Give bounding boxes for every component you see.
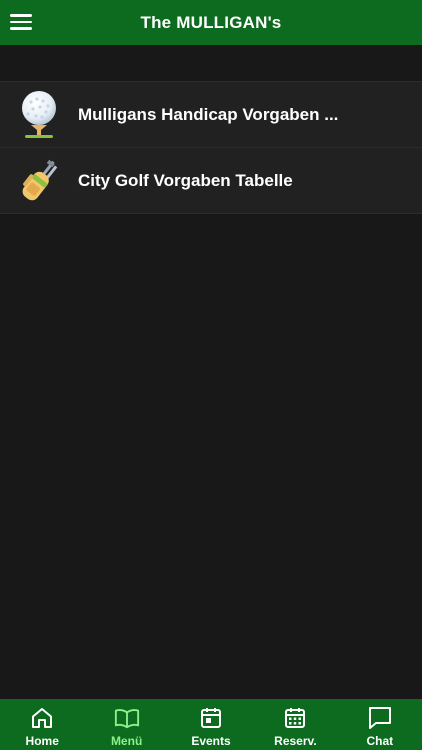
tab-home[interactable]: Home — [0, 699, 84, 750]
list-item-label: Mulligans Handicap Vorgaben ... — [78, 104, 339, 124]
tab-label: Chat — [366, 734, 394, 748]
tab-label: Menü — [110, 734, 143, 748]
list-item-label: City Golf Vorgaben Tabelle — [78, 170, 293, 190]
tab-reservation[interactable]: Reserv. — [253, 699, 337, 750]
bottom-tab-bar: Home Menü Events Reserv. Chat — [0, 699, 422, 750]
golf-bag-icon — [0, 148, 78, 213]
tab-events[interactable]: Events — [169, 699, 253, 750]
calendar-icon — [198, 705, 224, 731]
golf-ball-on-tee-icon — [0, 82, 78, 147]
menu-list: Mulligans Handicap Vorgaben ... City Gol… — [0, 81, 422, 214]
tab-label: Home — [25, 734, 59, 748]
list-item-handicap-vorgaben[interactable]: Mulligans Handicap Vorgaben ... — [0, 81, 422, 147]
tab-label: Reserv. — [274, 734, 317, 748]
hamburger-menu-icon[interactable] — [10, 10, 36, 34]
tab-menu[interactable]: Menü — [84, 699, 168, 750]
tab-chat[interactable]: Chat — [338, 699, 422, 750]
page-title: The MULLIGAN's — [140, 12, 282, 32]
tab-label: Events — [191, 734, 231, 748]
app-header: The MULLIGAN's — [0, 0, 422, 45]
book-icon — [114, 705, 140, 731]
list-item-city-golf-vorgaben[interactable]: City Golf Vorgaben Tabelle — [0, 147, 422, 214]
chat-icon — [367, 705, 393, 731]
home-icon — [29, 705, 55, 731]
calendar-grid-icon — [282, 705, 308, 731]
